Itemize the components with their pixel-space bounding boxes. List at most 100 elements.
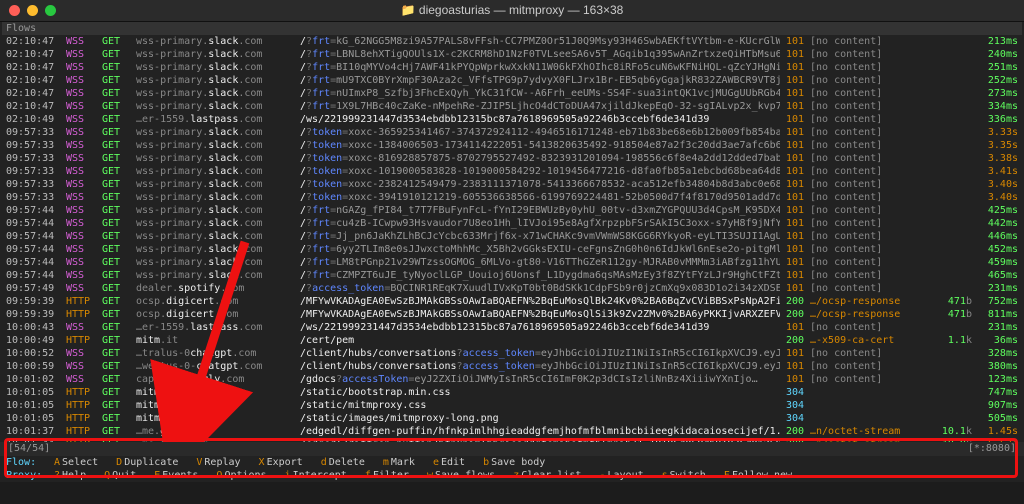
flow-host: wss-primary.slack.com [136, 191, 300, 204]
flow-path: /client/hubs/conversations?access_token=… [300, 360, 780, 373]
flow-proto: WSS [66, 230, 102, 243]
key-item[interactable]: QQuit [104, 469, 136, 482]
flow-row[interactable]: 02:10:47WSSGETwss-primary.slack.com/?frt… [2, 87, 1022, 100]
flow-time: 10:01:05 [6, 399, 66, 412]
flow-proto: HTTP [66, 386, 102, 399]
flow-status: 101 [780, 204, 810, 217]
key-item[interactable]: DDuplicate [116, 456, 178, 469]
key-item[interactable]: sSwitch [662, 469, 706, 482]
flow-row[interactable]: 09:59:39HTTPGETocsp.digicert.com/MFYwVKA… [2, 308, 1022, 321]
flow-row[interactable]: 09:57:33WSSGETwss-primary.slack.com/?tok… [2, 178, 1022, 191]
status-left: [54/54] [8, 442, 50, 456]
flow-host: wss-primary.slack.com [136, 178, 300, 191]
flow-proto: HTTP [66, 425, 102, 438]
flow-content-type [810, 386, 932, 399]
flow-host: wss-primary.slack.com [136, 48, 300, 61]
flow-proto: WSS [66, 321, 102, 334]
flow-method: GET [102, 74, 136, 87]
flow-row[interactable]: 10:01:05HTTPGETmitm.it/static/images/mit… [2, 412, 1022, 425]
flow-method: GET [102, 204, 136, 217]
key-item[interactable]: fFilter [365, 469, 409, 482]
flow-row[interactable]: 09:57:33WSSGETwss-primary.slack.com/?tok… [2, 126, 1022, 139]
flow-row[interactable]: 10:01:05HTTPGETmitm.it/static/bootstrap.… [2, 386, 1022, 399]
flow-content-type: …/ocsp-response [810, 295, 932, 308]
flow-method: GET [102, 87, 136, 100]
key-item[interactable]: VReplay [196, 456, 240, 469]
flow-path: /client/hubs/conversations?access_token=… [300, 347, 780, 360]
flow-host: ocsp.digicert.com [136, 295, 300, 308]
flow-host: wss-primary.slack.com [136, 165, 300, 178]
flow-row[interactable]: 10:01:02WSSGETcapi.grammarly.com/gdocs?a… [2, 373, 1022, 386]
flow-content-type: …/ocsp-response [810, 308, 932, 321]
key-item[interactable]: zClear list [513, 469, 581, 482]
flow-row[interactable]: 10:00:49HTTPGETmitm.it/cert/pem200…-x509… [2, 334, 1022, 347]
flow-row[interactable]: 10:00:52WSSGET…tralus-0chatgpt.com/clien… [2, 347, 1022, 360]
flow-row[interactable]: 09:57:44WSSGETwss-primary.slack.com/?frt… [2, 230, 1022, 243]
flow-proto: HTTP [66, 399, 102, 412]
key-item[interactable]: mMark [383, 456, 415, 469]
flow-content-type: [no content] [810, 100, 932, 113]
flow-path: /?frt=LBNL8ehXTigQOUls1X-c2KCRM8hD1NzF0T… [300, 48, 780, 61]
flow-proto: WSS [66, 204, 102, 217]
flow-row[interactable]: 02:10:47WSSGETwss-primary.slack.com/?frt… [2, 100, 1022, 113]
flow-content-type: [no content] [810, 139, 932, 152]
flow-duration: 334ms [972, 100, 1018, 113]
key-item[interactable]: wSave flows [427, 469, 495, 482]
flow-row[interactable]: 10:01:05HTTPGETmitm.it/static/mitmproxy.… [2, 399, 1022, 412]
flow-duration: 252ms [972, 74, 1018, 87]
flow-row[interactable]: 09:57:44WSSGETwss-primary.slack.com/?frt… [2, 217, 1022, 230]
flow-row[interactable]: 09:57:44WSSGETwss-primary.slack.com/?frt… [2, 204, 1022, 217]
flow-proto: HTTP [66, 308, 102, 321]
flow-size [932, 35, 972, 48]
flow-status: 101 [780, 165, 810, 178]
flow-row[interactable]: 02:10:49WSSGET…er-1559.lastpass.com/ws/2… [2, 113, 1022, 126]
flow-row[interactable]: 09:57:33WSSGETwss-primary.slack.com/?tok… [2, 165, 1022, 178]
flow-row[interactable]: 09:57:44WSSGETwss-primary.slack.com/?frt… [2, 256, 1022, 269]
key-item[interactable]: ?Help [54, 469, 86, 482]
flow-time: 10:01:05 [6, 386, 66, 399]
flow-proto: WSS [66, 347, 102, 360]
flow-path: /cert/pem [300, 334, 780, 347]
key-item[interactable]: OOptions [216, 469, 266, 482]
key-item[interactable]: bSave body [483, 456, 545, 469]
flow-path: /gdocs?accessToken=eyJ2ZXIiOiJWMyIsInR5c… [300, 373, 780, 386]
flow-method: GET [102, 61, 136, 74]
flow-row[interactable]: 09:57:33WSSGETwss-primary.slack.com/?tok… [2, 191, 1022, 204]
flow-proto: WSS [66, 48, 102, 61]
flow-time: 09:57:33 [6, 152, 66, 165]
key-item[interactable]: EEvents [154, 469, 198, 482]
flow-time: 10:00:59 [6, 360, 66, 373]
flow-status: 304 [780, 399, 810, 412]
flow-row[interactable]: 10:01:37HTTPGET…me.gvt1.com/edgedl/diffg… [2, 425, 1022, 438]
key-item[interactable]: eEdit [433, 456, 465, 469]
flow-row[interactable]: 09:57:33WSSGETwss-primary.slack.com/?tok… [2, 139, 1022, 152]
flow-status: 101 [780, 230, 810, 243]
flow-row[interactable]: 02:10:47WSSGETwss-primary.slack.com/?frt… [2, 61, 1022, 74]
flow-row[interactable]: 09:57:44WSSGETwss-primary.slack.com/?frt… [2, 269, 1022, 282]
flow-row[interactable]: 02:10:47WSSGETwss-primary.slack.com/?frt… [2, 74, 1022, 87]
flow-time: 09:57:33 [6, 139, 66, 152]
flow-row[interactable]: 10:00:43WSSGET…er-1559.lastpass.com/ws/2… [2, 321, 1022, 334]
key-item[interactable]: dDelete [321, 456, 365, 469]
key-item[interactable]: iIntercept [285, 469, 347, 482]
key-item[interactable]: ASelect [54, 456, 98, 469]
flow-row[interactable]: 09:59:39HTTPGETocsp.digicert.com/MFYwVKA… [2, 295, 1022, 308]
key-item[interactable]: FFollow new [724, 469, 792, 482]
flow-row[interactable]: 09:57:44WSSGETwss-primary.slack.com/?frt… [2, 243, 1022, 256]
flow-host: wss-primary.slack.com [136, 61, 300, 74]
flow-host: wss-primary.slack.com [136, 139, 300, 152]
flow-row[interactable]: 09:57:33WSSGETwss-primary.slack.com/?tok… [2, 152, 1022, 165]
key-item[interactable]: XExport [259, 456, 303, 469]
key-item[interactable]: -Layout [599, 469, 643, 482]
flow-method: GET [102, 113, 136, 126]
flow-row[interactable]: 09:57:49WSSGETdealer.spotify.com/?access… [2, 282, 1022, 295]
flow-row[interactable]: 02:10:47WSSGETwss-primary.slack.com/?frt… [2, 35, 1022, 48]
flow-status: 101 [780, 113, 810, 126]
flow-row[interactable]: 10:00:59WSSGET…westus-0-chatgpt.com/clie… [2, 360, 1022, 373]
flow-proto: WSS [66, 61, 102, 74]
flow-row[interactable]: 02:10:47WSSGETwss-primary.slack.com/?frt… [2, 48, 1022, 61]
flow-size: 471b [932, 308, 972, 321]
flow-content-type: [no content] [810, 373, 932, 386]
flow-list[interactable]: 02:10:47WSSGETwss-primary.slack.com/?frt… [2, 35, 1022, 477]
flow-duration: 425ms [972, 204, 1018, 217]
